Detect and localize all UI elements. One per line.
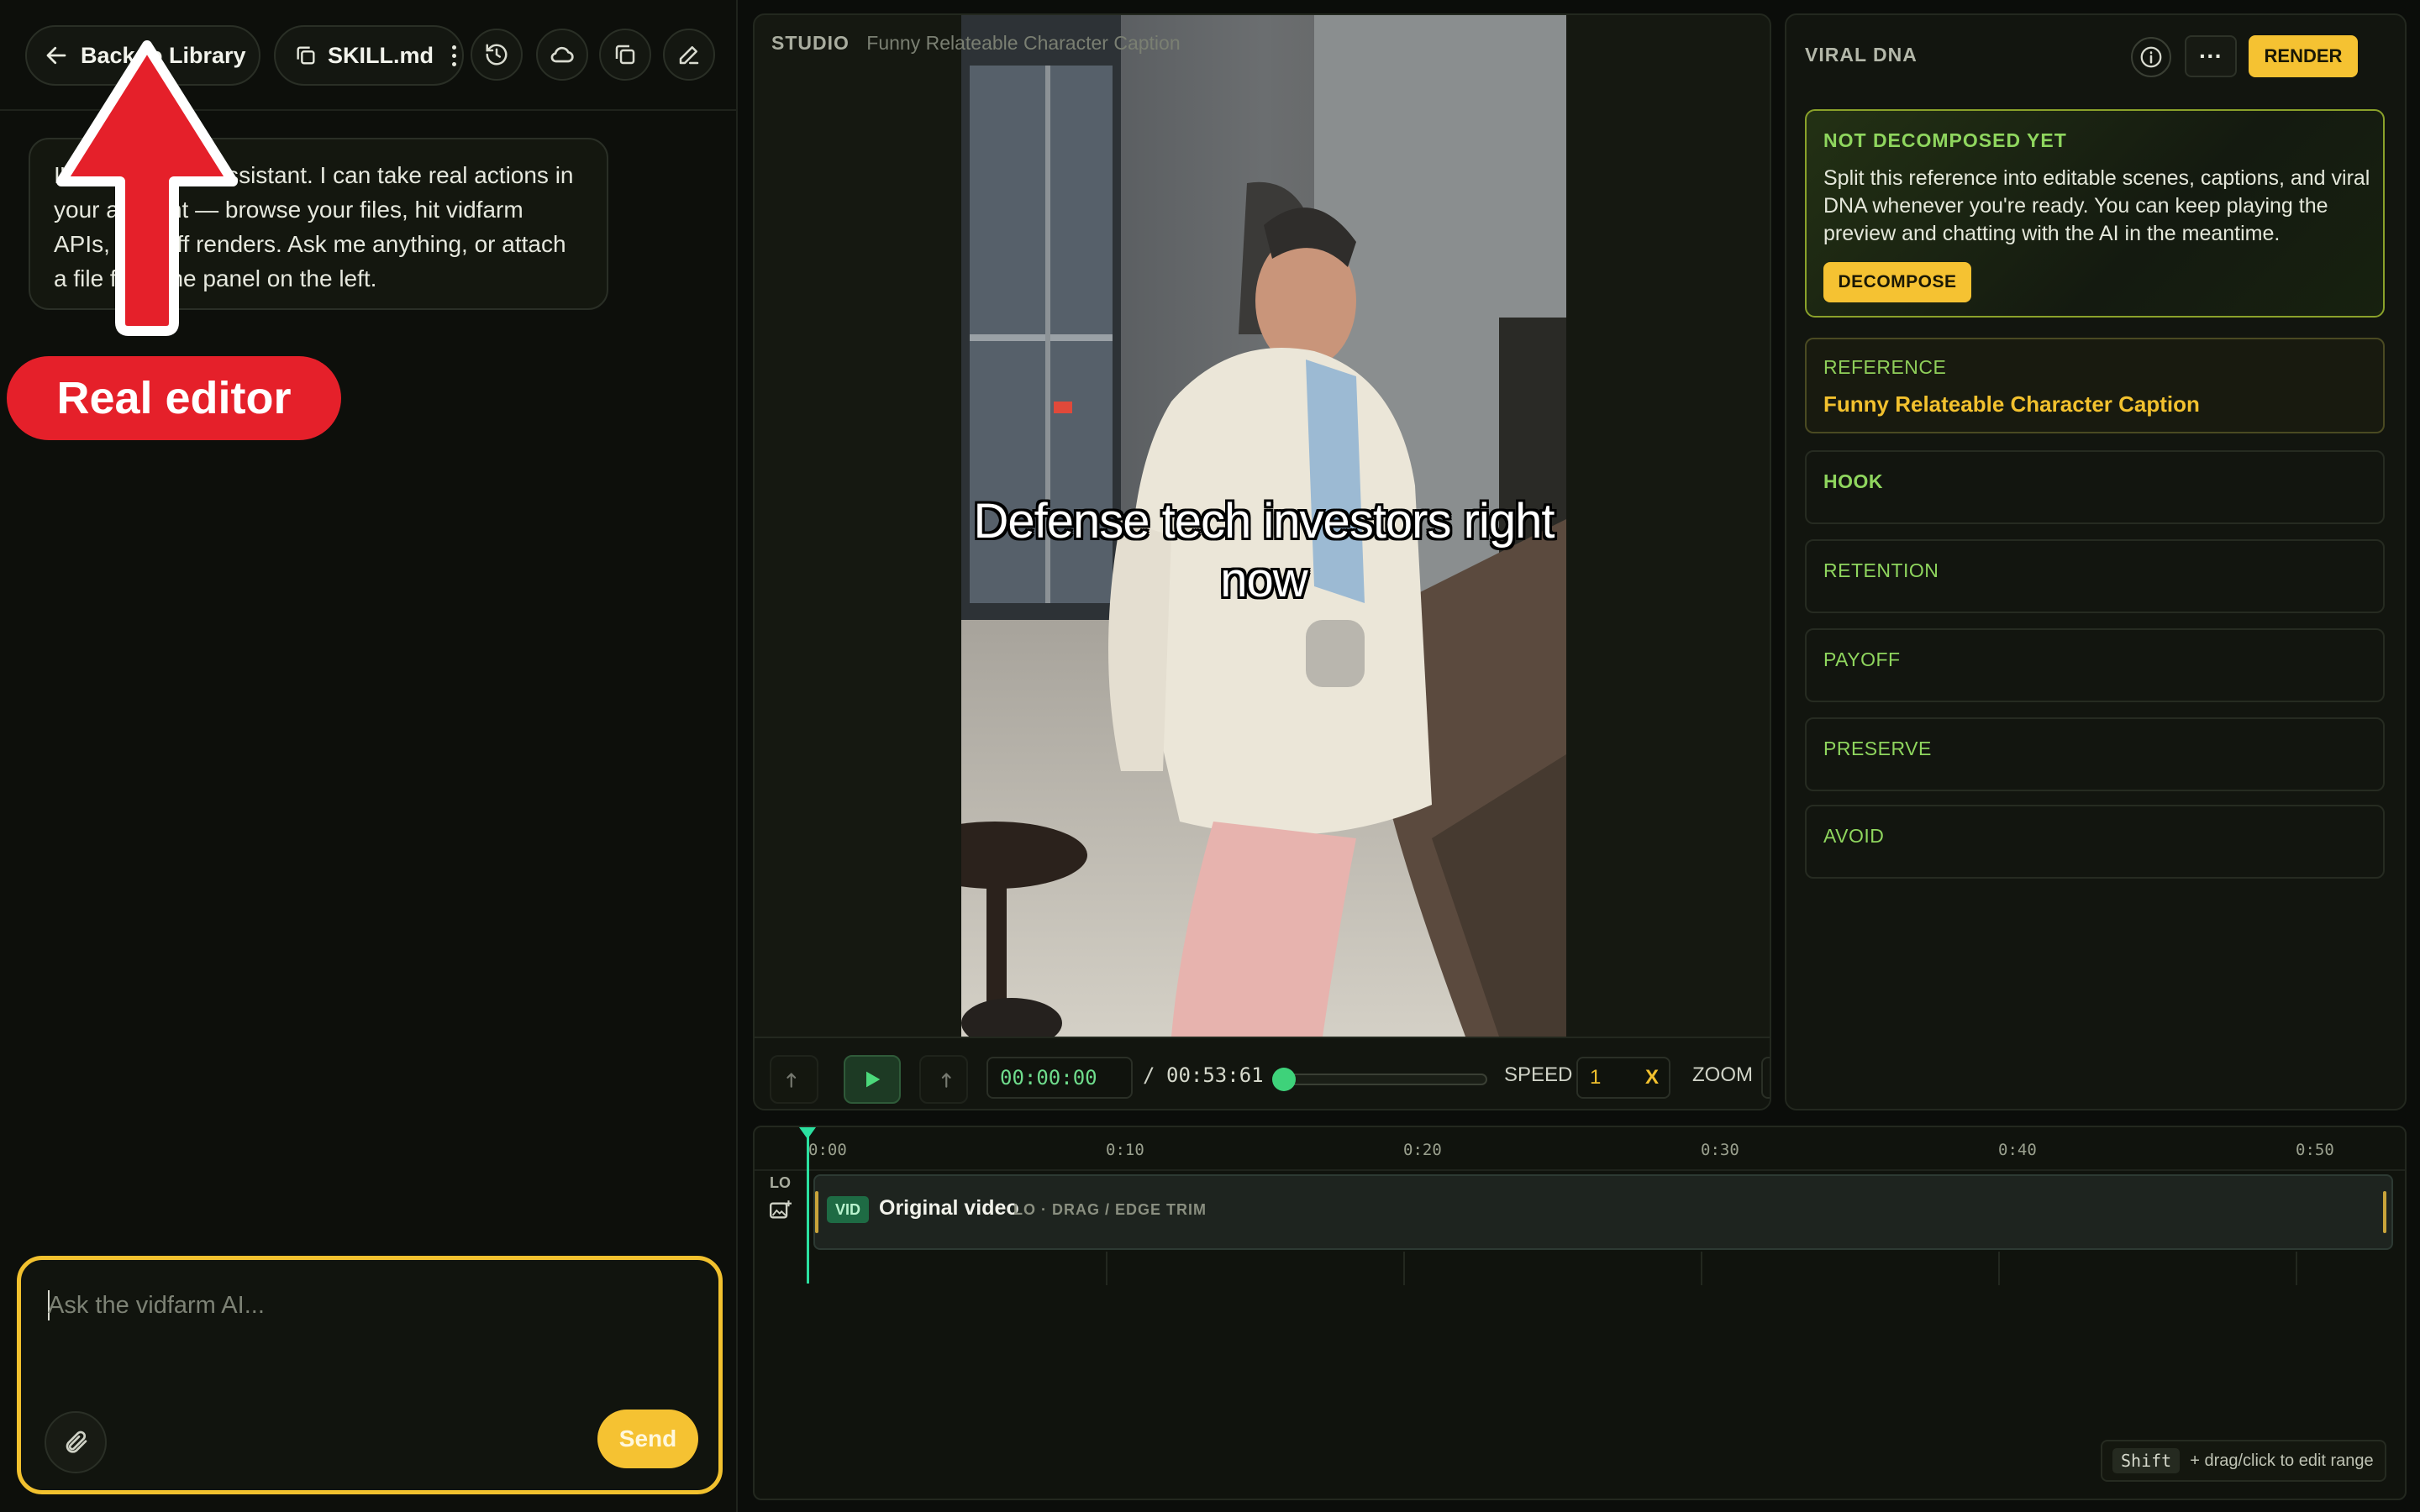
render-button[interactable]: RENDER bbox=[2249, 35, 2358, 77]
send-button[interactable]: Send bbox=[597, 1410, 698, 1468]
clip-type-badge: VID bbox=[827, 1196, 869, 1223]
grid-line bbox=[1701, 1252, 1702, 1285]
time-separator: / bbox=[1143, 1063, 1155, 1087]
real-editor-badge: Real editor bbox=[7, 356, 341, 440]
attach-button[interactable] bbox=[45, 1411, 107, 1473]
shift-key: Shift bbox=[2112, 1448, 2181, 1473]
section-preserve[interactable]: PRESERVE bbox=[1805, 717, 2385, 791]
viral-dna-panel: VIRAL DNA ··· RENDER NOT DECOMPOSED YET … bbox=[1785, 13, 2407, 1110]
cloud-button[interactable] bbox=[536, 29, 588, 81]
history-button[interactable] bbox=[471, 29, 523, 81]
zoom-input[interactable] bbox=[1761, 1057, 1770, 1099]
not-decomposed-body: Split this reference into editable scene… bbox=[1823, 166, 2370, 245]
cloud-icon bbox=[550, 46, 574, 63]
viral-dna-title: VIRAL DNA bbox=[1805, 44, 1918, 66]
seek-thumb[interactable] bbox=[1272, 1068, 1296, 1091]
undo-button[interactable] bbox=[770, 1055, 818, 1104]
section-avoid[interactable]: AVOID bbox=[1805, 805, 2385, 879]
speed-reset-button[interactable]: X bbox=[1645, 1066, 1659, 1089]
breadcrumb: STUDIO Funny Relateable Character Captio… bbox=[771, 32, 1181, 55]
breadcrumb-section: STUDIO bbox=[771, 32, 850, 54]
seek-bar[interactable] bbox=[1272, 1068, 1487, 1091]
play-button[interactable] bbox=[844, 1055, 901, 1104]
shift-drag-tip: Shift + drag/click to edit range bbox=[2101, 1440, 2386, 1482]
skill-file-label: SKILL.md bbox=[328, 42, 434, 68]
clip-hint: LO · DRAG / EDGE TRIM bbox=[1013, 1201, 1207, 1218]
speed-value: 1 bbox=[1590, 1066, 1602, 1089]
pencil-icon bbox=[679, 46, 699, 65]
breadcrumb-title: Funny Relateable Character Caption bbox=[866, 32, 1181, 54]
speed-input[interactable]: 1 X bbox=[1576, 1057, 1670, 1099]
tick-label: 0:10 bbox=[1106, 1141, 1144, 1159]
trim-handle-left[interactable] bbox=[815, 1191, 818, 1233]
undo-icon bbox=[786, 1073, 797, 1088]
info-icon bbox=[2140, 46, 2162, 68]
playback-controls: 00:00:00 / 00:53:61 SPEED 1 X ZOOM bbox=[755, 1037, 1770, 1109]
edit-button[interactable] bbox=[663, 29, 715, 81]
duplicate-icon bbox=[615, 45, 635, 65]
reference-card[interactable]: REFERENCE Funny Relateable Character Cap… bbox=[1805, 338, 2385, 433]
clip-name: Original video bbox=[879, 1196, 1019, 1220]
timeline-panel[interactable]: 0:00 0:10 0:20 0:30 0:40 0:50 LO VID Ori… bbox=[753, 1126, 2407, 1500]
reference-value: Funny Relateable Character Caption bbox=[1823, 391, 2200, 417]
playhead[interactable] bbox=[799, 1127, 816, 1284]
video-frame[interactable]: Defense tech investors right now bbox=[961, 15, 1566, 1037]
history-icon bbox=[486, 44, 508, 66]
info-button[interactable] bbox=[2131, 37, 2171, 77]
tick-label: 0:50 bbox=[2296, 1141, 2334, 1159]
trim-handle-right[interactable] bbox=[2383, 1191, 2386, 1233]
section-payoff[interactable]: PAYOFF bbox=[1805, 628, 2385, 702]
duration-label: 00:53:61 bbox=[1166, 1063, 1264, 1087]
reference-label: REFERENCE bbox=[1823, 356, 1947, 378]
skill-file-button[interactable]: SKILL.md bbox=[274, 25, 464, 86]
grid-line bbox=[2296, 1252, 2297, 1285]
grid-line bbox=[1403, 1252, 1405, 1285]
grid-line bbox=[1998, 1252, 2000, 1285]
chat-input[interactable]: Ask the vidfarm AI... bbox=[48, 1292, 265, 1320]
add-image-icon[interactable] bbox=[768, 1200, 793, 1221]
grid-line bbox=[1106, 1252, 1107, 1285]
not-decomposed-card: NOT DECOMPOSED YET Split this reference … bbox=[1805, 109, 2385, 318]
shift-tip-text: + drag/click to edit range bbox=[2190, 1451, 2374, 1470]
section-avoid-label: AVOID bbox=[1823, 825, 1885, 847]
playhead-marker[interactable] bbox=[799, 1127, 816, 1139]
speed-label: SPEED bbox=[1504, 1063, 1573, 1086]
annotation-arrow-icon bbox=[56, 40, 238, 336]
tick-label: 0:20 bbox=[1403, 1141, 1442, 1159]
tick-label: 0:40 bbox=[1998, 1141, 2037, 1159]
current-time-input[interactable]: 00:00:00 bbox=[986, 1057, 1133, 1099]
video-caption: Defense tech investors right now bbox=[973, 494, 1555, 607]
chat-panel: Back to Library SKILL.md I'm the vidfarm… bbox=[0, 0, 738, 1512]
zoom-label: ZOOM bbox=[1692, 1063, 1753, 1086]
tick-label: 0:30 bbox=[1701, 1141, 1739, 1159]
more-options-button[interactable]: ··· bbox=[2185, 35, 2237, 77]
section-retention[interactable]: RETENTION bbox=[1805, 539, 2385, 613]
redo-button[interactable] bbox=[919, 1055, 968, 1104]
section-hook[interactable]: HOOK bbox=[1805, 450, 2385, 524]
video-preview-panel: Defense tech investors right now STUDIO … bbox=[753, 13, 1771, 1110]
decompose-button[interactable]: DECOMPOSE bbox=[1823, 262, 1971, 302]
section-preserve-label: PRESERVE bbox=[1823, 738, 1932, 759]
section-hook-label: HOOK bbox=[1823, 470, 1883, 492]
kebab-menu-icon[interactable] bbox=[447, 37, 460, 74]
real-editor-label: Real editor bbox=[56, 373, 292, 423]
lane-label: LO bbox=[770, 1174, 791, 1191]
not-decomposed-heading: NOT DECOMPOSED YET bbox=[1823, 129, 2067, 151]
video-clip-track[interactable]: VID Original video LO · DRAG / EDGE TRIM bbox=[813, 1174, 2393, 1250]
section-retention-label: RETENTION bbox=[1823, 559, 1939, 581]
play-icon bbox=[866, 1071, 881, 1088]
redo-icon bbox=[941, 1073, 951, 1088]
chat-composer[interactable]: Ask the vidfarm AI... Send bbox=[17, 1256, 723, 1494]
tick-label: 0:00 bbox=[808, 1141, 847, 1159]
copy-icon bbox=[297, 46, 315, 65]
time-ruler[interactable]: 0:00 0:10 0:20 0:30 0:40 0:50 bbox=[755, 1127, 2405, 1171]
duplicate-button[interactable] bbox=[599, 29, 651, 81]
section-payoff-label: PAYOFF bbox=[1823, 648, 1901, 670]
paperclip-icon bbox=[66, 1431, 87, 1453]
